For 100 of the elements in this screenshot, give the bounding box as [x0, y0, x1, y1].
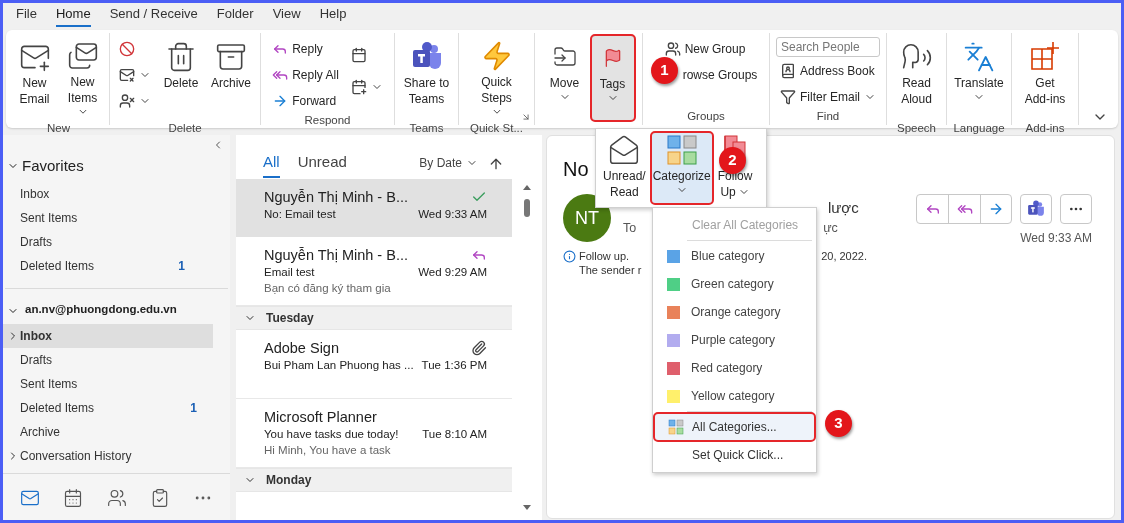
ribbon-button[interactable]: Address Book [776, 59, 880, 83]
unread-count: 1 [190, 399, 197, 417]
translate-icon [963, 41, 995, 73]
ribbon-button[interactable]: Categorize [650, 132, 713, 204]
search-field[interactable]: Search People [776, 37, 880, 57]
ribbon-button[interactable]: Forward [268, 89, 343, 113]
calendar-icon [350, 79, 367, 95]
button-label: Read [610, 184, 639, 200]
folder-item[interactable]: Sent Items [3, 205, 213, 230]
group-icon [664, 41, 681, 57]
menu-item[interactable]: Blue category [653, 242, 816, 270]
forward-icon [988, 201, 1004, 217]
subject: Email test [264, 265, 316, 280]
button-label: Categorize [652, 168, 711, 184]
favorites-header[interactable]: Favorites [3, 155, 230, 178]
ribbon-button[interactable]: Reply All [268, 63, 343, 87]
dialog-launcher-icon[interactable] [521, 112, 531, 122]
to-label: To [623, 220, 637, 236]
sort-dropdown[interactable]: By Date [419, 154, 478, 178]
move-icon [552, 45, 577, 69]
ribbon-button[interactable]: Share to Teams [399, 35, 454, 121]
folder-item[interactable]: Archive [3, 419, 213, 444]
sender: Microsoft Planner [264, 408, 378, 426]
group-label: Add-ins [1024, 121, 1066, 136]
recipient-text: ực [823, 220, 838, 236]
menu-item[interactable]: Green category [653, 270, 816, 298]
folder-item[interactable]: Deleted Items 1 [3, 253, 213, 278]
folder-item[interactable]: Sent Items [3, 371, 213, 396]
group-label: Language [952, 121, 1006, 136]
folder-item[interactable]: Deleted Items 1 [3, 395, 213, 420]
menu-item[interactable]: All Categories... [654, 413, 815, 441]
folder-item[interactable]: Drafts [3, 229, 213, 254]
ribbon-button[interactable]: Get Add-ins [1020, 35, 1070, 121]
info-text: The sender r [579, 263, 643, 277]
sender: Nguyễn Thị Minh - B... [264, 188, 409, 206]
group-label: Speech [896, 121, 937, 136]
open-envelope-icon [608, 134, 641, 166]
date-group-header[interactable]: Monday [236, 468, 512, 492]
teams-icon [1027, 200, 1045, 218]
sender: Adobe Sign [264, 339, 340, 357]
menu-tab[interactable]: Send / Receive [109, 3, 198, 27]
message-time: Tue 8:10 AM [422, 427, 487, 442]
menu-tab[interactable]: Help [319, 3, 347, 27]
group-label: Find [815, 109, 841, 124]
menu-item[interactable]: Orange category [653, 298, 816, 326]
menu-tab[interactable]: Home [55, 3, 91, 27]
date-group-header[interactable]: Tuesday [236, 306, 512, 330]
menu-tab[interactable]: File [16, 3, 37, 27]
message-item[interactable]: Nguyễn Thị Minh - B... No: Email test Wed 9:33 AM [236, 179, 512, 237]
ribbon-button[interactable]: New Email [12, 35, 57, 121]
archive-icon [215, 41, 247, 73]
ribbon-button[interactable]: Move [542, 35, 587, 121]
junk-icon [119, 93, 135, 109]
menu-item[interactable]: Red category [653, 354, 816, 382]
menu-tab[interactable]: View [272, 3, 301, 27]
account-header[interactable]: an.nv@phuongdong.edu.vn [3, 300, 230, 318]
trash-icon [165, 41, 197, 73]
folder-item[interactable]: Conversation History [3, 443, 213, 468]
calendar-icon [350, 47, 367, 63]
button-label: Up [720, 184, 736, 200]
paperclip-icon [471, 340, 487, 356]
subject: No: Email test [264, 207, 337, 222]
ribbon-button[interactable]: Tags [590, 35, 635, 121]
subject: Bui Pham Lan Phuong has ... [264, 358, 415, 373]
clean-up-icon [119, 67, 135, 83]
address-book-icon [780, 63, 796, 79]
ribbon-button[interactable]: Filter Email [776, 85, 880, 109]
message-title: No [563, 157, 589, 182]
teams-button[interactable] [1020, 194, 1052, 224]
ribbon-button[interactable]: Read Aloud [894, 35, 939, 121]
folder-item[interactable]: Inbox [3, 181, 213, 206]
subject-text: lược [828, 198, 860, 218]
avatar: NT [563, 194, 611, 242]
category-grid-icon [665, 134, 698, 166]
group-label: Teams [408, 121, 445, 136]
menu-tab[interactable]: Folder [216, 3, 254, 27]
menu-item[interactable]: Purple category [653, 326, 816, 354]
message-item[interactable]: Adobe Sign Bui Pham Lan Phuong has ... Tue 1:36 PM [236, 330, 512, 399]
info-text: Follow up. [579, 249, 630, 263]
folder-item[interactable]: Inbox [3, 323, 213, 348]
message-time: Wed 9:29 AM [418, 265, 487, 280]
folder-item[interactable]: Drafts [3, 347, 213, 372]
ribbon-button[interactable]: New Items [60, 35, 105, 121]
menu-item[interactable]: Yellow category [653, 382, 816, 410]
filter-icon [780, 89, 796, 105]
menu-item[interactable]: Set Quick Click... [654, 441, 815, 469]
message-time: Wed 9:33 AM [418, 207, 487, 222]
ribbon-button[interactable]: Translate [950, 35, 1008, 121]
sender: Nguyễn Thị Minh - B... [264, 246, 409, 264]
ribbon-button[interactable]: Archive [207, 35, 255, 121]
filter-tab[interactable]: Unread [297, 150, 347, 178]
group-label: Groups [686, 109, 726, 124]
ribbon-button[interactable]: rowse Groups [680, 63, 760, 87]
ribbon-button[interactable]: Reply [268, 37, 343, 61]
group-label: Delete [167, 121, 203, 136]
preview-text: Hi Minh, You have a task [264, 443, 392, 458]
unread-count: 1 [178, 257, 185, 275]
ribbon-button[interactable]: Quick Steps [474, 35, 519, 121]
group-label: Respond [303, 113, 352, 128]
ribbon-button[interactable]: Delete [159, 35, 203, 121]
